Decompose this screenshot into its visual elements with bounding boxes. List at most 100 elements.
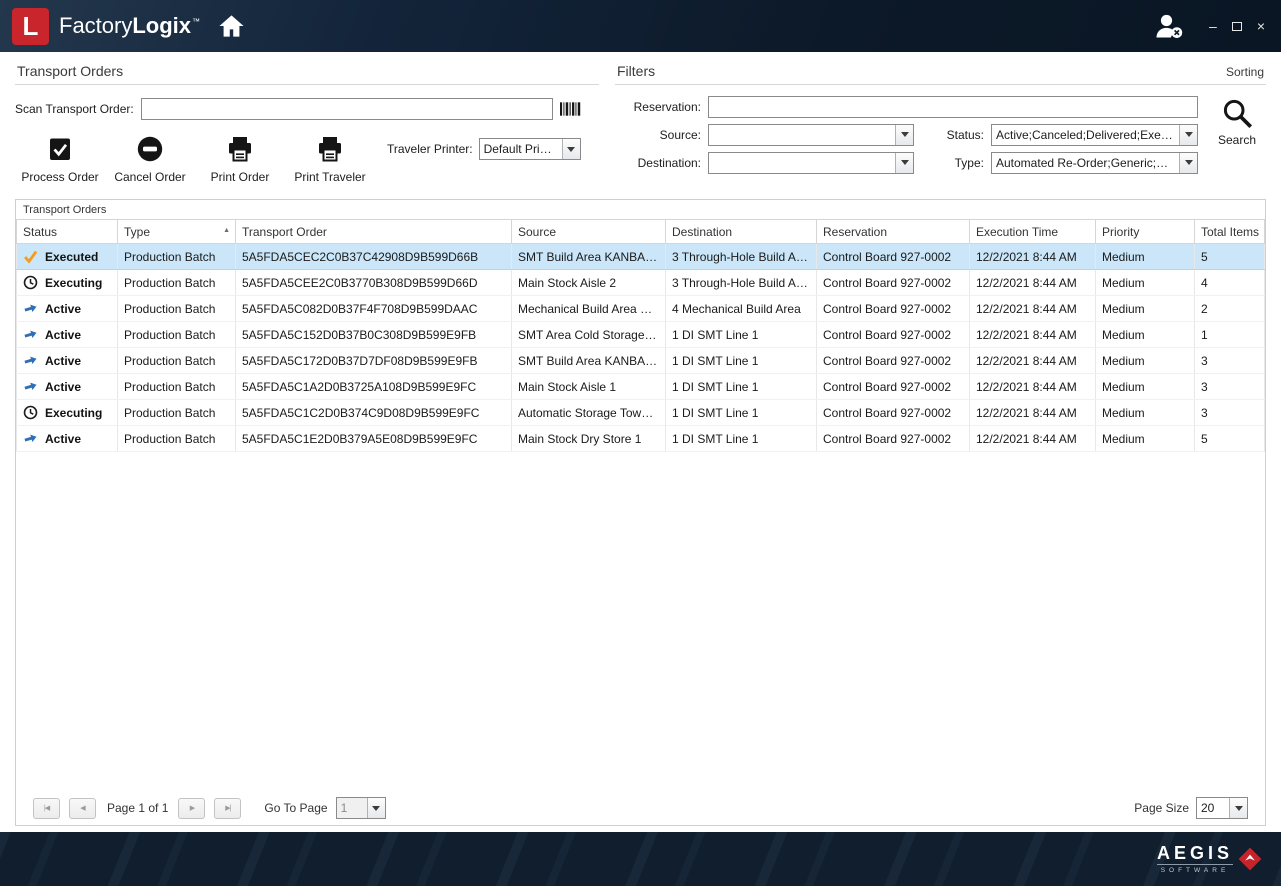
cell-type: Production Batch — [118, 270, 236, 296]
page-size-value: 20 — [1197, 798, 1229, 818]
cell-execution-time: 12/2/2021 8:44 AM — [970, 374, 1096, 400]
cell-priority: Medium — [1096, 426, 1195, 452]
cell-transport-order: 5A5FDA5CEE2C0B3770B308D9B599D66D — [236, 270, 512, 296]
home-icon[interactable] — [218, 14, 245, 38]
app-brand: FactoryLogix™ — [59, 13, 200, 39]
column-header-transport-order[interactable]: Transport Order — [236, 220, 512, 244]
cell-total-items: 3 — [1195, 374, 1265, 400]
grid-empty-area — [16, 452, 1265, 791]
source-select[interactable] — [708, 124, 914, 146]
table-header-row: Status Type▲ Transport Order Source Dest… — [17, 220, 1265, 244]
cell-total-items: 2 — [1195, 296, 1265, 322]
source-value — [709, 125, 895, 145]
print-traveler-button[interactable]: Print Traveler — [285, 128, 375, 189]
cancel-order-label: Cancel Order — [114, 170, 185, 184]
cancel-order-icon — [136, 135, 164, 163]
table-row[interactable]: Active Production Batch 5A5FDA5C1A2D0B37… — [17, 374, 1265, 400]
page-size-label: Page Size — [1134, 801, 1189, 815]
reservation-input[interactable] — [708, 96, 1198, 118]
column-header-destination[interactable]: Destination — [666, 220, 817, 244]
column-header-status[interactable]: Status — [17, 220, 118, 244]
chevron-down-icon[interactable] — [1179, 125, 1197, 145]
previous-page-button[interactable]: ◀ — [69, 798, 96, 819]
status-text: Active — [45, 354, 81, 368]
pager: |◀ ◀ Page 1 of 1 ▶ ▶| Go To Page 1 Page … — [16, 791, 1265, 825]
cell-source: Main Stock Dry Store 1 — [512, 426, 666, 452]
cell-reservation: Control Board 927-0002 — [817, 322, 970, 348]
table-row[interactable]: Executing Production Batch 5A5FDA5CEE2C0… — [17, 270, 1265, 296]
column-header-priority[interactable]: Priority — [1096, 220, 1195, 244]
close-button[interactable]: × — [1257, 19, 1265, 33]
page-size-select[interactable]: 20 — [1196, 797, 1248, 819]
status-text: Executing — [45, 276, 102, 290]
minimize-button[interactable]: – — [1209, 19, 1217, 33]
cell-total-items: 5 — [1195, 426, 1265, 452]
chevron-down-icon[interactable] — [367, 798, 385, 818]
search-button[interactable]: Search — [1208, 95, 1266, 147]
cell-source: SMT Area Cold Storage R... — [512, 322, 666, 348]
column-header-source[interactable]: Source — [512, 220, 666, 244]
user-logout-icon[interactable] — [1153, 13, 1185, 40]
chevron-down-icon[interactable] — [1179, 153, 1197, 173]
cell-type: Production Batch — [118, 244, 236, 270]
scan-transport-order-label: Scan Transport Order: — [15, 102, 134, 116]
sorting-link[interactable]: Sorting — [1226, 65, 1264, 79]
table-row[interactable]: Active Production Batch 5A5FDA5C082D0B37… — [17, 296, 1265, 322]
first-page-button[interactable]: |◀ — [33, 798, 60, 819]
status-value: Active;Canceled;Delivered;Executed;E... — [992, 125, 1179, 145]
goto-page-input[interactable]: 1 — [336, 797, 386, 819]
cell-priority: Medium — [1096, 400, 1195, 426]
status-text: Active — [45, 432, 81, 446]
status-label: Status: — [914, 128, 991, 142]
column-header-reservation[interactable]: Reservation — [817, 220, 970, 244]
cell-type: Production Batch — [118, 348, 236, 374]
table-row[interactable]: Active Production Batch 5A5FDA5C172D0B37… — [17, 348, 1265, 374]
cell-reservation: Control Board 927-0002 — [817, 296, 970, 322]
status-text: Active — [45, 328, 81, 342]
cell-reservation: Control Board 927-0002 — [817, 374, 970, 400]
cell-source: SMT Build Area KANBAN 1 — [512, 348, 666, 374]
print-traveler-icon — [315, 135, 345, 163]
active-arrow-icon — [23, 431, 38, 446]
reservation-label: Reservation: — [615, 100, 708, 114]
table-row[interactable]: Active Production Batch 5A5FDA5C152D0B37… — [17, 322, 1265, 348]
cell-total-items: 3 — [1195, 400, 1265, 426]
next-page-button[interactable]: ▶ — [178, 798, 205, 819]
active-arrow-icon — [23, 379, 38, 394]
cell-priority: Medium — [1096, 296, 1195, 322]
cell-type: Production Batch — [118, 400, 236, 426]
status-text: Active — [45, 302, 81, 316]
search-icon — [1221, 97, 1254, 130]
chevron-down-icon[interactable] — [895, 125, 913, 145]
maximize-button[interactable] — [1232, 22, 1242, 31]
cell-reservation: Control Board 927-0002 — [817, 400, 970, 426]
last-page-button[interactable]: ▶| — [214, 798, 241, 819]
cell-source: Main Stock Aisle 2 — [512, 270, 666, 296]
status-select[interactable]: Active;Canceled;Delivered;Executed;E... — [991, 124, 1198, 146]
column-header-total-items[interactable]: Total Items — [1195, 220, 1265, 244]
table-row[interactable]: Active Production Batch 5A5FDA5C1E2D0B37… — [17, 426, 1265, 452]
cell-destination: 1 DI SMT Line 1 — [666, 374, 817, 400]
cell-destination: 1 DI SMT Line 1 — [666, 400, 817, 426]
cancel-order-button[interactable]: Cancel Order — [105, 128, 195, 189]
destination-select[interactable] — [708, 152, 914, 174]
transport-orders-table: Status Type▲ Transport Order Source Dest… — [16, 219, 1265, 452]
print-order-button[interactable]: Print Order — [195, 128, 285, 189]
chevron-down-icon[interactable] — [895, 153, 913, 173]
chevron-down-icon[interactable] — [562, 139, 580, 159]
table-row[interactable]: Executed Production Batch 5A5FDA5CEC2C0B… — [17, 244, 1265, 270]
cell-execution-time: 12/2/2021 8:44 AM — [970, 348, 1096, 374]
column-header-type[interactable]: Type▲ — [118, 220, 236, 244]
cell-execution-time: 12/2/2021 8:44 AM — [970, 426, 1096, 452]
type-select[interactable]: Automated Re-Order;Generic;Produc... — [991, 152, 1198, 174]
scan-transport-order-input[interactable] — [141, 98, 553, 120]
column-header-execution-time[interactable]: Execution Time — [970, 220, 1096, 244]
active-arrow-icon — [23, 327, 38, 342]
cell-transport-order: 5A5FDA5CEC2C0B37C42908D9B599D66B — [236, 244, 512, 270]
cell-transport-order: 5A5FDA5C172D0B37D7DF08D9B599E9FB — [236, 348, 512, 374]
table-row[interactable]: Executing Production Batch 5A5FDA5C1C2D0… — [17, 400, 1265, 426]
traveler-printer-select[interactable]: Default Printer — [479, 138, 581, 160]
executed-check-icon — [23, 249, 38, 264]
chevron-down-icon[interactable] — [1229, 798, 1247, 818]
process-order-button[interactable]: Process Order — [15, 128, 105, 189]
